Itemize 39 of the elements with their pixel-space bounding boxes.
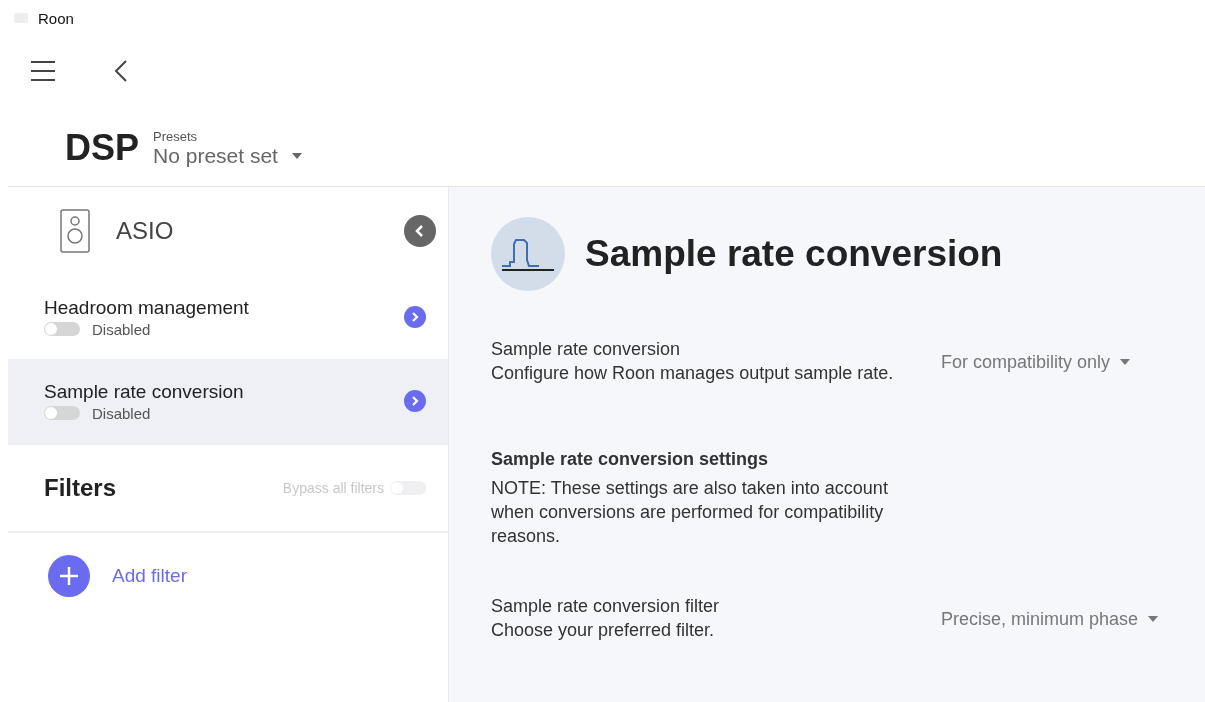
open-button[interactable] — [404, 390, 426, 412]
item-status: Disabled — [92, 320, 151, 338]
section-note: NOTE: These settings are also taken into account when conversions are performed for compatibility reasons. — [491, 477, 889, 548]
page-title: DSP — [65, 128, 140, 168]
window-title: Roon — [38, 9, 74, 27]
caret-icon — [1120, 359, 1131, 365]
item-name: Sample rate conversion — [44, 380, 245, 403]
item-status: Disabled — [92, 404, 151, 422]
setting-label: Sample rate conversion — [491, 339, 682, 360]
chevron-right-icon — [411, 396, 419, 406]
chevron-right-icon — [411, 312, 419, 322]
setting-label: Sample rate conversion filter — [491, 596, 721, 617]
item-name: Headroom management — [44, 296, 250, 319]
setting-description: Configure how Roon manages output sample rate. — [491, 362, 895, 385]
toggle-switch[interactable] — [44, 322, 80, 336]
setting-dropdown[interactable]: Precise, minimum phase — [941, 608, 1159, 630]
menu-button[interactable] — [30, 60, 56, 82]
section-heading: Sample rate conversion settings — [491, 449, 770, 470]
back-button[interactable] — [114, 60, 128, 82]
preset-dropdown[interactable]: No preset set — [153, 144, 302, 168]
setting-dropdown[interactable]: For compatibility only — [941, 351, 1131, 373]
toggle-switch[interactable] — [44, 406, 80, 420]
back-icon — [114, 60, 128, 82]
add-filter-link[interactable]: Add filter — [112, 565, 187, 587]
presets-label: Presets — [153, 129, 199, 144]
collapse-button[interactable] — [404, 215, 436, 247]
speaker-icon — [60, 209, 90, 253]
device-name: ASIO — [116, 217, 175, 245]
setting-description: Choose your preferred filter. — [491, 619, 716, 642]
caret-icon — [1148, 616, 1159, 622]
filters-heading: Filters — [44, 474, 118, 502]
caret-icon — [291, 153, 302, 159]
chevron-left-icon — [415, 225, 425, 237]
detail-title: Sample rate conversion — [585, 233, 1003, 275]
open-button[interactable] — [404, 306, 426, 328]
dsp-item[interactable]: Sample rate conversion Disabled — [8, 359, 448, 445]
menu-icon — [30, 60, 56, 82]
plus-icon — [60, 567, 78, 585]
add-button[interactable] — [48, 555, 90, 597]
